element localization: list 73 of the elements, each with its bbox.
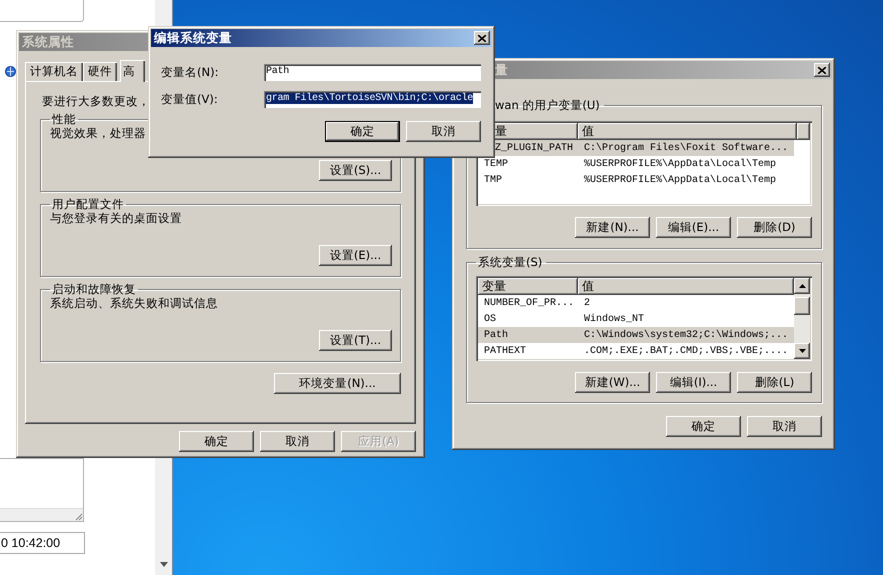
variable-row[interactable]: TEMP %USERPROFILE%\AppData\Local\Temp xyxy=(478,156,794,172)
settings-button[interactable]: 设置(E)... xyxy=(319,245,392,266)
variable-button[interactable]: 删除(D) xyxy=(737,217,812,238)
window-title: 量 xyxy=(495,62,508,78)
variable-list[interactable]: 变量 值 NUMBER_OF_PR... 2 OS Windows_NT Path C:\Windows\system32;C:\Windows;... PATHEXT .COM;.EXE;.BAT;.CMD;.VBS;.VBE;.... xyxy=(476,276,812,361)
column-header[interactable]: 变量 xyxy=(478,278,578,295)
variable-row[interactable]: Path C:\Windows\system32;C:\Windows;... xyxy=(478,327,794,343)
variable-value: C:\Windows\system32;C:\Windows;... xyxy=(583,330,790,340)
variable-value: 2 xyxy=(583,298,592,308)
column-header-filler xyxy=(797,123,810,140)
variable-button[interactable]: 编辑(I)... xyxy=(656,372,731,393)
close-button[interactable] xyxy=(814,63,830,77)
tab[interactable]: 高 xyxy=(120,60,145,82)
scroll-thumb[interactable] xyxy=(794,297,810,315)
tab[interactable]: 计算机名 xyxy=(25,62,83,81)
dialog-button[interactable]: 确定 xyxy=(666,416,741,437)
variable-name: Z_PLUGIN_PATH xyxy=(494,142,574,154)
variable-row[interactable]: TMP %USERPROFILE%\AppData\Local\Temp xyxy=(478,172,794,188)
variable-button[interactable]: 新建(N)... xyxy=(575,217,650,238)
settings-button[interactable]: 设置(S)... xyxy=(319,160,392,181)
group-title: 性能 xyxy=(50,113,77,126)
dialog-button[interactable]: 取消 xyxy=(260,431,335,452)
variable-name: TEMP xyxy=(483,158,510,170)
input-field[interactable]: Path xyxy=(264,64,481,81)
variable-value: .COM;.EXE;.BAT;.CMD;.VBS;.VBE;.... xyxy=(583,346,790,356)
variable-value: C:\Program Files\Foxit Software... xyxy=(583,142,790,154)
group-title: wan 的用户变量(U) xyxy=(494,99,601,112)
window-title: 系统属性 xyxy=(22,34,74,50)
group-title: 系统变量(S) xyxy=(477,256,544,269)
close-icon xyxy=(818,66,826,74)
globe-icon xyxy=(5,66,16,77)
tab[interactable]: 硬件 xyxy=(83,62,117,81)
column-header[interactable]: 值 xyxy=(578,278,794,295)
variable-name: Path xyxy=(483,330,510,340)
variable-button[interactable]: 删除(L) xyxy=(737,372,812,393)
up-arrow-icon xyxy=(798,284,806,288)
variable-name: OS xyxy=(483,314,498,324)
close-button[interactable] xyxy=(474,31,490,45)
close-icon xyxy=(478,34,486,42)
group-description: 视觉效果，处理器 xyxy=(50,126,146,140)
variable-row[interactable]: NUMBER_OF_PR... 2 xyxy=(478,295,794,311)
variable-button[interactable]: 编辑(E)... xyxy=(656,217,731,238)
variable-value: %USERPROFILE%\AppData\Local\Temp xyxy=(583,158,778,170)
dialog-button[interactable]: 取消 xyxy=(406,121,481,142)
intro-text: 要进行大多数更改， xyxy=(41,94,150,108)
down-arrow-icon xyxy=(160,562,168,567)
down-arrow-icon xyxy=(798,349,806,353)
variable-name: NUMBER_OF_PR... xyxy=(483,298,576,308)
input-field[interactable]: gram Files\TortoiseSVN\bin;C:\oracle xyxy=(264,91,481,108)
variable-value: %USERPROFILE%\AppData\Local\Temp xyxy=(583,174,778,186)
variable-list[interactable]: 量 值 Z_PLUGIN_PATH C:\Program Files\Foxit Software... TEMP %USERPROFILE%\AppData\Local\Temp TMP %USERPROFILE%\AppData\Local\Temp xyxy=(476,121,812,206)
date-field[interactable]: 0 10:42:00 xyxy=(0,532,85,554)
variable-button[interactable]: 新建(W)... xyxy=(575,372,650,393)
dialog-button[interactable]: 确定 xyxy=(179,431,254,452)
resize-grip-icon xyxy=(74,512,83,521)
group-title: 启动和故障恢复 xyxy=(51,283,137,296)
window-title: 编辑系统变量 xyxy=(154,30,232,46)
group-description: 系统启动、系统失败和调试信息 xyxy=(50,296,218,310)
variable-row[interactable]: PATHEXT .COM;.EXE;.BAT;.CMD;.VBS;.VBE;.... xyxy=(478,343,794,359)
environment-variables-button[interactable]: 环境变量(N)... xyxy=(274,373,401,394)
group-title: 用户配置文件 xyxy=(51,198,125,211)
column-header[interactable]: 值 xyxy=(578,123,797,140)
settings-button[interactable]: 设置(T)... xyxy=(319,330,392,351)
field-label: 变量值(V): xyxy=(161,92,219,107)
dialog-button[interactable]: 确定 xyxy=(325,121,400,142)
scrollbar[interactable] xyxy=(794,278,810,359)
variable-value: Windows_NT xyxy=(583,314,646,324)
variable-row[interactable]: OS Windows_NT xyxy=(478,311,794,327)
dialog-button[interactable]: 取消 xyxy=(747,416,822,437)
variable-name: TMP xyxy=(483,174,504,186)
field-label: 变量名(N): xyxy=(161,65,220,80)
group-description: 与您登录有关的桌面设置 xyxy=(50,211,182,225)
variable-name: PATHEXT xyxy=(483,346,528,356)
